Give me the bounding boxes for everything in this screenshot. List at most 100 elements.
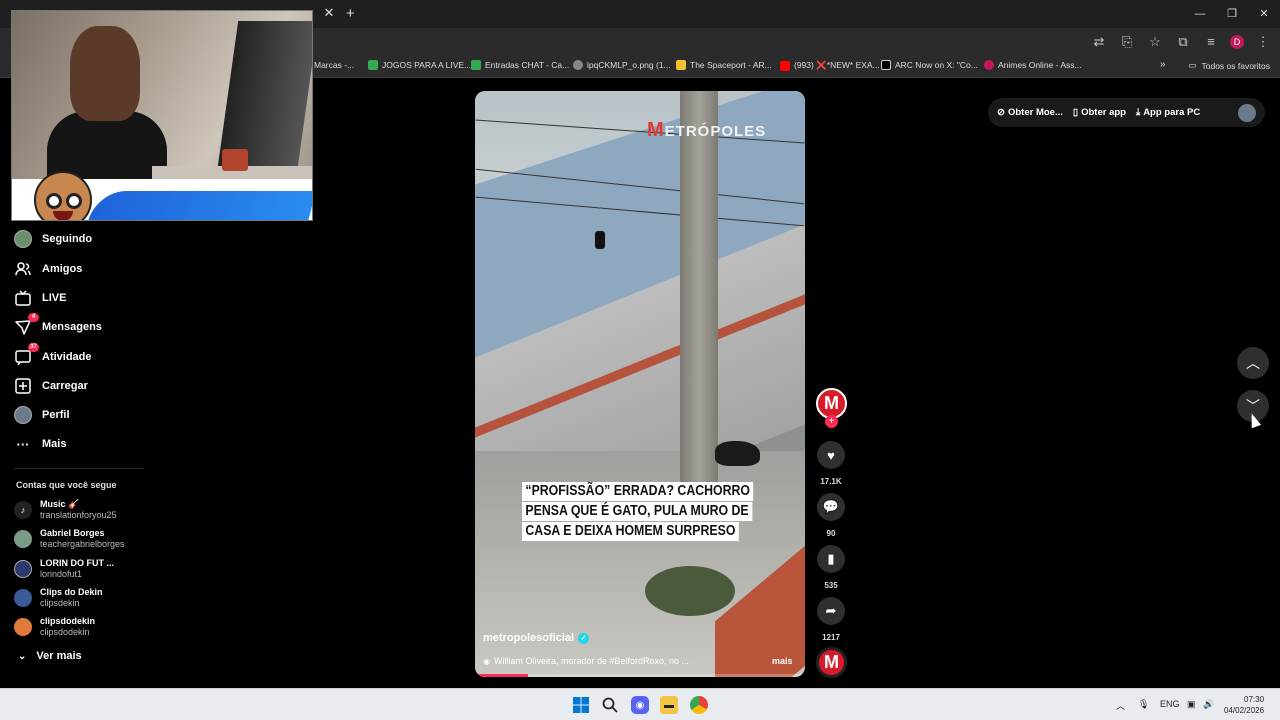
account-item[interactable]: clipsdodekin clipsdodekin (14, 616, 95, 638)
discord-icon[interactable]: ◉ (631, 696, 649, 714)
bookmark[interactable]: lpqCKMLP_o.png (1... (573, 60, 671, 70)
comment-button[interactable]: 💬 (817, 493, 845, 521)
like-count: 17.1K (820, 477, 842, 486)
install-app-icon[interactable]: ⎘ (1118, 33, 1136, 51)
bookmark-star-icon[interactable]: ☆ (1146, 33, 1164, 51)
bookmark[interactable]: Marcas -... (314, 60, 354, 70)
media-control-icon[interactable]: ≡ (1202, 33, 1220, 51)
nav-label: Mensagens (42, 321, 102, 333)
volume-icon[interactable]: 🔊 (1203, 699, 1214, 710)
follow-plus-icon[interactable]: + (825, 415, 838, 428)
chevron-down-icon: ⌄ (18, 650, 27, 662)
caption-line: CASA E DEIXA HOMEM SURPRESO (522, 522, 739, 541)
restore-button[interactable]: ❐ (1216, 0, 1248, 28)
account-item[interactable]: Gabriel Borges teachergabrielborges (14, 528, 125, 550)
get-app-label: Obter app (1081, 107, 1126, 118)
account-name: LORIN DO FUT ... (40, 558, 114, 568)
nav-label: Mais (42, 438, 67, 450)
account-handle: teachergabrielborges (40, 539, 125, 549)
nav-item-amigos[interactable]: Amigos (14, 260, 82, 278)
avatar (14, 618, 32, 636)
nav-item-mais[interactable]: ··· Mais (14, 435, 67, 453)
microphone-icon[interactable]: 🎙 (1138, 699, 1149, 710)
bookmark-label: Marcas -... (314, 60, 355, 70)
get-app-button[interactable]: ▯ Obter app (1073, 107, 1126, 118)
folder-icon: ▭ (1188, 60, 1197, 70)
nav-item-carregar[interactable]: Carregar (14, 377, 88, 395)
minimize-button[interactable]: — (1184, 0, 1216, 28)
video-player[interactable]: METRÓPOLES “PROFISSÃO” ERRADA? CACHORRO … (475, 91, 805, 677)
bookmark[interactable]: Entradas CHAT - Ca... (471, 60, 569, 70)
system-clock[interactable]: 07:30 04/02/2026 (1224, 694, 1264, 716)
save-count: 535 (824, 581, 838, 590)
bookmark-icon: ▮ (827, 551, 835, 566)
user-avatar[interactable] (1238, 103, 1256, 122)
close-window-button[interactable]: ✕ (1248, 0, 1280, 28)
extensions-icon[interactable]: ⧉ (1174, 33, 1192, 51)
bookmark[interactable]: (993) ❌*NEW* EXA... (780, 60, 880, 71)
video-description: ◉ William Oliveira, morador de #BelfordR… (483, 656, 689, 666)
nav-item-mensagens[interactable]: 4 Mensagens (14, 313, 102, 336)
nav-item-perfil[interactable]: Perfil (14, 406, 70, 424)
webcam-overlay (11, 10, 313, 221)
language-indicator[interactable]: ENG (1160, 699, 1180, 709)
bookmark-label: ARC Now on X: "Co... (895, 60, 978, 70)
like-button[interactable]: ♥ (817, 441, 845, 469)
bookmark[interactable]: Animes Online - Ass... (984, 60, 1082, 70)
more-link[interactable]: mais (772, 656, 793, 666)
account-name: Music 🎸 (40, 499, 80, 509)
share-button[interactable]: ➦ (817, 597, 845, 625)
account-name: clipsdodekin (40, 616, 96, 626)
more-dots-icon: ··· (16, 436, 30, 452)
chevron-up-icon: ︿ (1246, 355, 1260, 371)
share-icon: ➦ (825, 603, 837, 618)
profile-avatar[interactable]: D (1230, 35, 1244, 49)
account-handle: translationforyou25 (40, 510, 117, 520)
heart-icon: ♥ (827, 447, 835, 463)
all-bookmarks-button[interactable]: ▭ Todos os favoritos (1188, 60, 1270, 71)
bookmark-label: JOGOS PARA A LIVE... (382, 60, 472, 70)
chrome-icon[interactable] (690, 696, 708, 714)
bookmark[interactable]: ARC Now on X: "Co... (881, 60, 978, 70)
see-more-button[interactable]: ⌄ Ver mais (18, 650, 82, 662)
sound-disc[interactable]: M (816, 647, 847, 678)
see-more-label: Ver mais (36, 650, 82, 662)
friends-icon (14, 260, 32, 278)
profile-avatar-icon (14, 406, 32, 424)
translate-icon[interactable]: ⇄ (1090, 33, 1108, 51)
video-progress-bar[interactable] (475, 674, 805, 677)
live-tv-icon (14, 289, 32, 307)
previous-video-button[interactable]: ︿ (1237, 347, 1269, 379)
tray-chevron-icon[interactable]: ︿ (1116, 699, 1125, 712)
window-controls: — ❐ ✕ (1184, 0, 1280, 28)
pc-app-button[interactable]: ⤓ App para PC (1136, 107, 1200, 118)
video-caption: “PROFISSÃO” ERRADA? CACHORRO PENSA QUE É… (522, 482, 756, 542)
more-bookmarks-icon[interactable]: » (1160, 59, 1166, 70)
new-tab-icon[interactable]: + (346, 5, 355, 22)
nav-item-seguindo[interactable]: Seguindo (14, 230, 92, 248)
account-item[interactable]: LORIN DO FUT ... lorindofut1 (14, 558, 114, 580)
get-coins-button[interactable]: ⊘ Obter Moe... (997, 107, 1063, 118)
account-item[interactable]: Clips do Dekin clipsdekin (14, 587, 103, 609)
nav-item-atividade[interactable]: 37 Atividade (14, 343, 92, 366)
bookmark[interactable]: The Spaceport - AR... (676, 60, 772, 70)
account-item[interactable]: ♪ Music 🎸 translationforyou25 (14, 499, 117, 521)
nav-item-live[interactable]: LIVE (14, 289, 66, 307)
save-button[interactable]: ▮ (817, 545, 845, 573)
account-name: Clips do Dekin (40, 587, 103, 597)
windows-start-icon[interactable] (572, 696, 590, 714)
account-handle: lorindofut1 (40, 569, 83, 579)
menu-dots-icon[interactable]: ⋮ (1254, 33, 1272, 51)
video-author[interactable]: metropolesoficial ✓ (483, 632, 590, 644)
following-section-title: Contas que você segue (16, 480, 117, 490)
network-icon[interactable]: ▣ (1187, 699, 1196, 710)
get-coins-label: Obter Moe... (1007, 107, 1063, 118)
tab-close-icon[interactable]: ✕ (322, 6, 336, 20)
activity-icon: 37 (14, 343, 39, 366)
bookmark[interactable]: JOGOS PARA A LIVE... (368, 60, 471, 70)
search-icon[interactable] (601, 696, 619, 714)
file-explorer-icon[interactable]: ▬ (660, 696, 678, 714)
author-name: metropolesoficial (483, 632, 575, 644)
bookmark-label: Entradas CHAT - Ca... (485, 60, 570, 70)
following-avatar-icon (14, 230, 32, 248)
